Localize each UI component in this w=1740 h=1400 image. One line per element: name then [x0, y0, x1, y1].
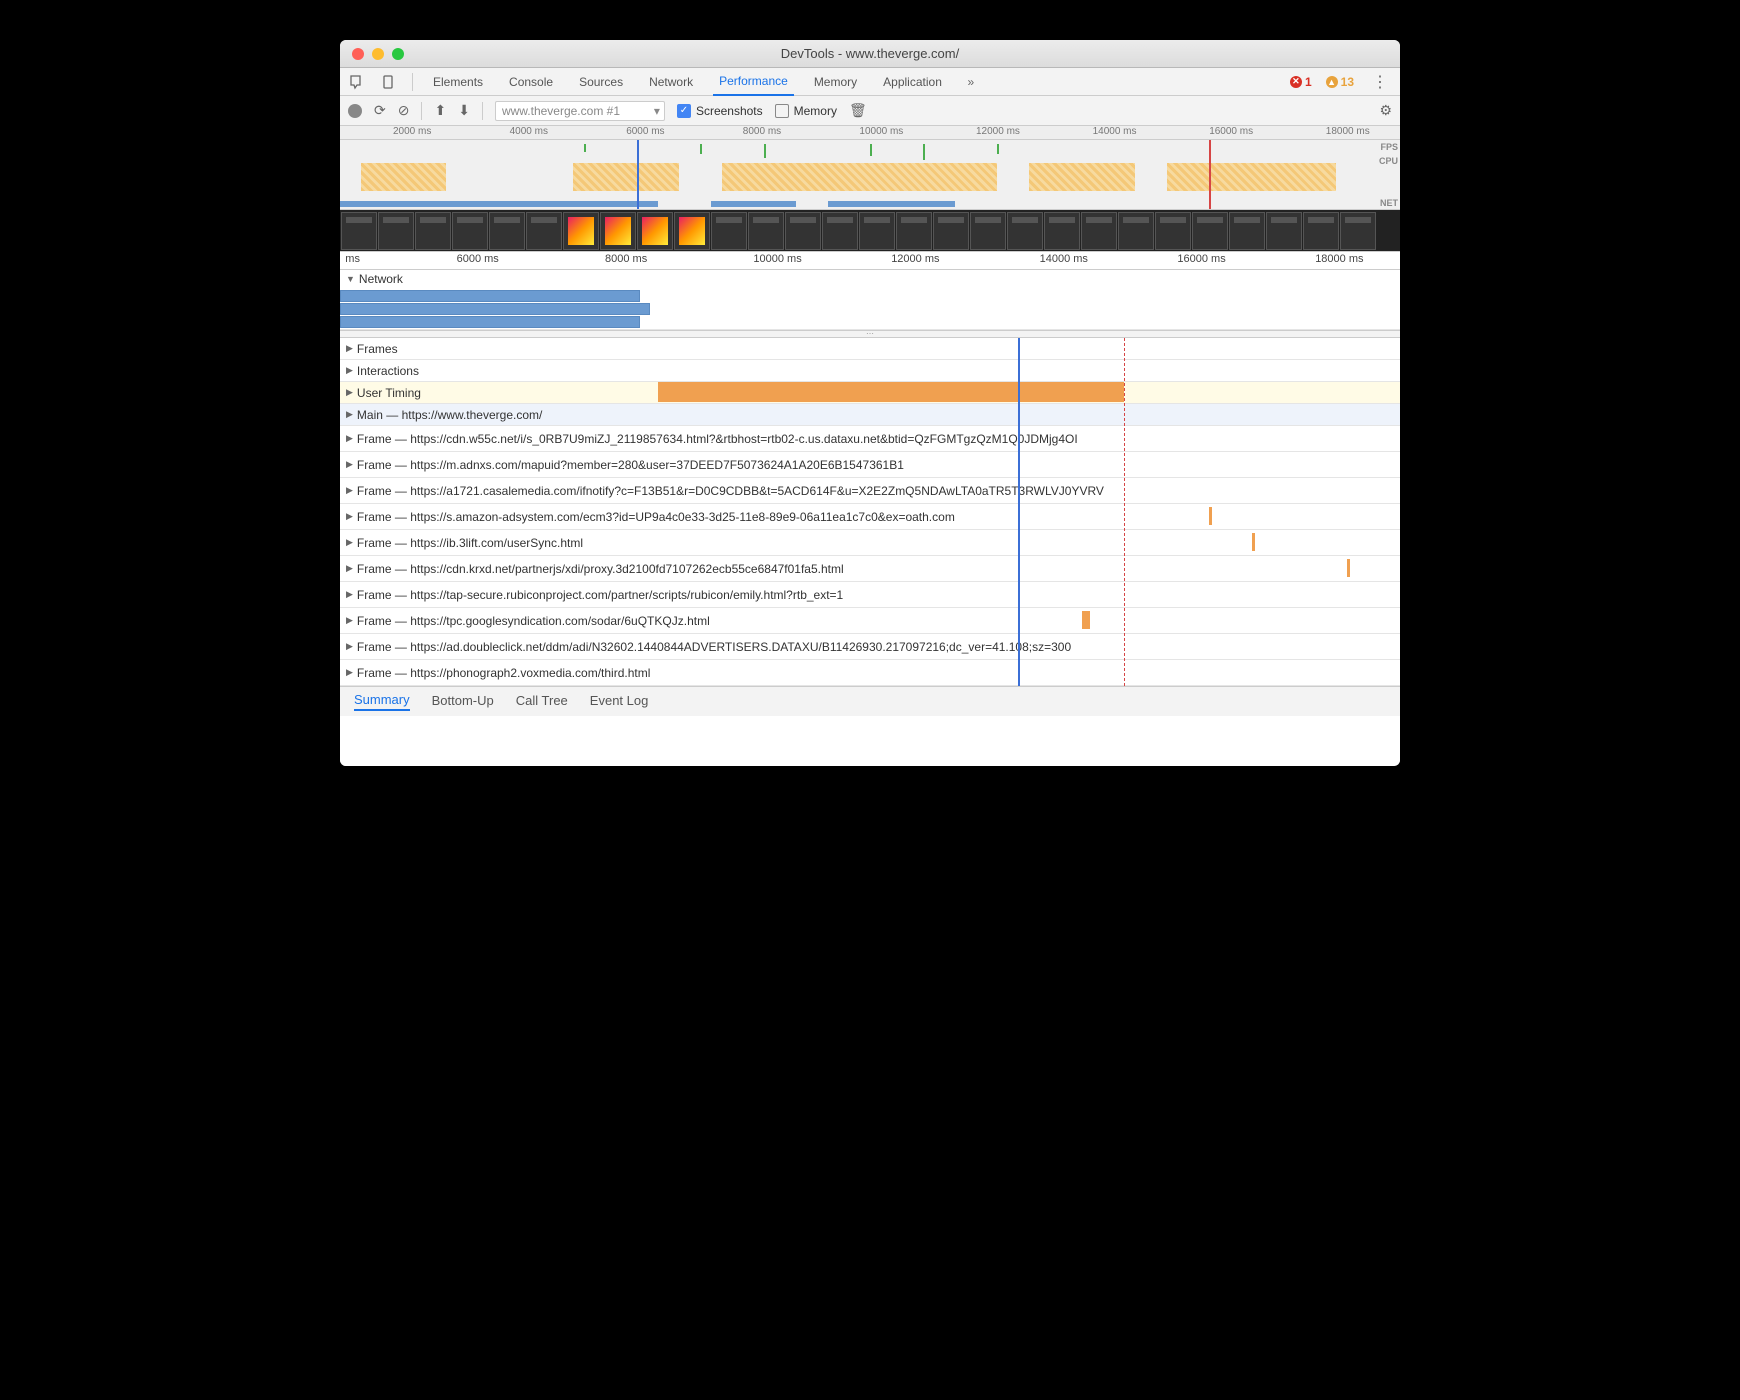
user-timing-track[interactable]: ▶User Timing — [340, 382, 1400, 404]
tab-event-log[interactable]: Event Log — [590, 693, 649, 710]
reload-icon[interactable]: ⟳ — [374, 102, 386, 119]
frame-row[interactable]: ▶Frame — https://m.adnxs.com/mapuid?memb… — [340, 452, 1400, 478]
screenshots-toggle[interactable]: ✓ Screenshots — [677, 104, 763, 118]
warning-count[interactable]: ▲13 — [1326, 75, 1354, 89]
overview-ruler[interactable]: 2000 ms 4000 ms 6000 ms 8000 ms 10000 ms… — [340, 126, 1400, 140]
frame-row[interactable]: ▶Frame — https://cdn.w55c.net/i/s_0RB7U9… — [340, 426, 1400, 452]
tab-console[interactable]: Console — [503, 68, 559, 96]
tab-elements[interactable]: Elements — [427, 68, 489, 96]
tab-application[interactable]: Application — [877, 68, 948, 96]
frame-row[interactable]: ▶Frame — https://a1721.casalemedia.com/i… — [340, 478, 1400, 504]
frames-track[interactable]: ▶Frames — [340, 338, 1400, 360]
checkbox-on-icon: ✓ — [677, 104, 691, 118]
gear-icon[interactable]: ⚙ — [1379, 102, 1392, 119]
device-toggle-icon[interactable] — [380, 73, 398, 91]
tab-summary[interactable]: Summary — [354, 692, 410, 711]
devtools-window: DevTools - www.theverge.com/ Elements Co… — [340, 40, 1400, 766]
details-tabs: Summary Bottom-Up Call Tree Event Log — [340, 686, 1400, 716]
time-marker-blue — [1018, 338, 1020, 686]
checkbox-off-icon — [775, 104, 789, 118]
memory-toggle[interactable]: Memory — [775, 104, 837, 118]
frame-row[interactable]: ▶Frame — https://ib.3lift.com/userSync.h… — [340, 530, 1400, 556]
selection-start-handle[interactable] — [637, 140, 639, 209]
load-profile-icon[interactable]: ⬆ — [434, 102, 446, 119]
net-label: NET — [1379, 196, 1398, 210]
window-title: DevTools - www.theverge.com/ — [340, 46, 1400, 61]
interactions-track[interactable]: ▶Interactions — [340, 360, 1400, 382]
recording-selector[interactable]: www.theverge.com #1 — [495, 101, 665, 121]
tab-call-tree[interactable]: Call Tree — [516, 693, 568, 710]
selection-end-handle[interactable] — [1209, 140, 1211, 209]
detail-ruler[interactable]: ms 6000 ms 8000 ms 10000 ms 12000 ms 140… — [340, 252, 1400, 270]
network-track[interactable]: ▼Network — [340, 270, 1400, 330]
clear-icon[interactable]: ⊘ — [398, 102, 410, 119]
tab-sources[interactable]: Sources — [573, 68, 629, 96]
save-profile-icon[interactable]: ⬇ — [458, 102, 470, 119]
flame-chart[interactable]: ▶Frames ▶Interactions ▶User Timing ▶Main… — [340, 338, 1400, 686]
tab-bottom-up[interactable]: Bottom-Up — [432, 693, 494, 710]
time-marker-red — [1124, 338, 1126, 686]
more-tabs-icon[interactable]: » — [962, 73, 980, 91]
settings-menu-icon[interactable]: ⋮ — [1368, 72, 1392, 92]
frame-row[interactable]: ▶Frame — https://tap-secure.rubiconproje… — [340, 582, 1400, 608]
titlebar[interactable]: DevTools - www.theverge.com/ — [340, 40, 1400, 68]
trash-icon[interactable]: 🗑 — [849, 102, 867, 119]
overview-pane[interactable]: FPS CPU NET — [340, 140, 1400, 210]
inspect-icon[interactable] — [348, 73, 366, 91]
performance-toolbar: ⟳ ⊘ ⬆ ⬇ www.theverge.com #1 ✓ Screenshot… — [340, 96, 1400, 126]
frame-row[interactable]: ▶Frame — https://ad.doubleclick.net/ddm/… — [340, 634, 1400, 660]
tab-network[interactable]: Network — [643, 68, 699, 96]
summary-pane — [340, 716, 1400, 766]
screenshot-thumb[interactable] — [341, 212, 377, 250]
screenshot-filmstrip[interactable] — [340, 210, 1400, 252]
main-track[interactable]: ▶Main — https://www.theverge.com/ — [340, 404, 1400, 426]
cpu-label: CPU — [1379, 154, 1398, 168]
tab-performance[interactable]: Performance — [713, 68, 794, 96]
record-button[interactable] — [348, 104, 362, 118]
frame-row[interactable]: ▶Frame — https://tpc.googlesyndication.c… — [340, 608, 1400, 634]
error-count[interactable]: ✕1 — [1290, 75, 1312, 89]
tab-memory[interactable]: Memory — [808, 68, 863, 96]
panel-tabs: Elements Console Sources Network Perform… — [340, 68, 1400, 96]
frame-row[interactable]: ▶Frame — https://s.amazon-adsystem.com/e… — [340, 504, 1400, 530]
fps-label: FPS — [1379, 140, 1398, 154]
resize-handle[interactable]: ⋯ — [340, 330, 1400, 338]
frame-row[interactable]: ▶Frame — https://phonograph2.voxmedia.co… — [340, 660, 1400, 686]
frame-row[interactable]: ▶Frame — https://cdn.krxd.net/partnerjs/… — [340, 556, 1400, 582]
